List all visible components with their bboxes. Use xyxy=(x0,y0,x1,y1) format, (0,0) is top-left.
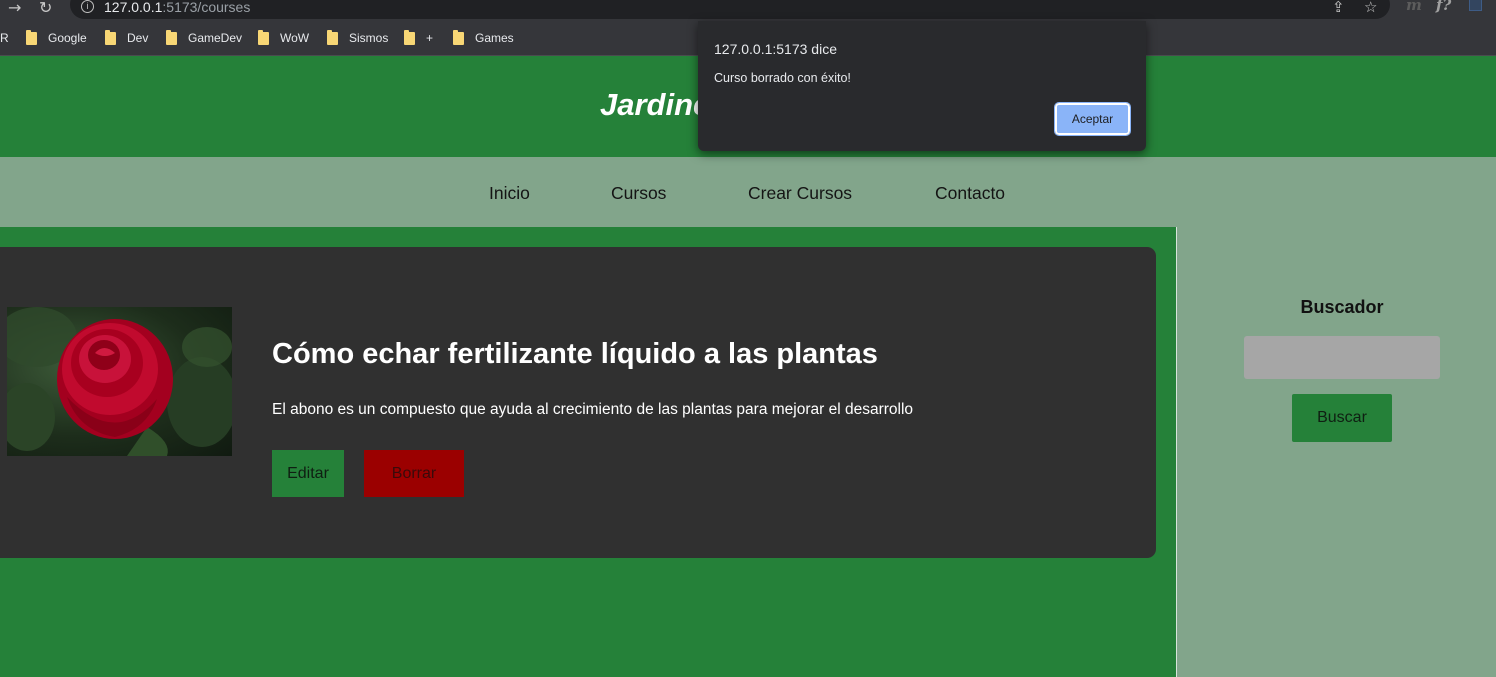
folder-icon xyxy=(166,29,177,45)
bookmark-label: GameDev xyxy=(188,31,243,45)
course-image xyxy=(7,307,232,456)
search-title: Buscador xyxy=(1300,297,1384,317)
bookmark-label: Google xyxy=(48,31,87,45)
extension-image-icon[interactable] xyxy=(1469,0,1482,11)
folder-icon xyxy=(327,29,338,45)
bookmark-wow[interactable]: WoW xyxy=(258,29,310,45)
folder-icon xyxy=(453,29,464,45)
bookmark-label: WoW xyxy=(280,31,310,45)
folder-icon xyxy=(258,29,269,45)
nav-inicio[interactable]: Inicio xyxy=(489,183,530,203)
browser-toolbar: → ↻ i 127.0.0.1:5173/courses ⇪ ☆ m f? xyxy=(0,0,1496,21)
bookmark-dev[interactable]: Dev xyxy=(105,29,149,45)
alert-dialog: 127.0.0.1:5173 dice Curso borrado con éx… xyxy=(698,21,1146,151)
dialog-message: Curso borrado con éxito! xyxy=(714,71,851,85)
site-info-icon[interactable]: i xyxy=(81,0,94,13)
course-description: El abono es un compuesto que ayuda al cr… xyxy=(272,401,914,418)
address-bar[interactable] xyxy=(70,0,1390,19)
bookmark-label: Games xyxy=(475,31,514,45)
rose-image xyxy=(7,307,232,456)
folder-icon xyxy=(105,29,116,45)
bookmark-games[interactable]: Games xyxy=(453,29,514,45)
bookmark-label: R xyxy=(0,31,9,45)
course-title: Cómo echar fertilizante líquido a las pl… xyxy=(272,338,878,370)
extension-formula-icon[interactable]: f? xyxy=(1436,0,1451,13)
nav-cursos[interactable]: Cursos xyxy=(611,183,666,203)
edit-course-button[interactable]: Editar xyxy=(272,450,344,497)
delete-course-button[interactable]: Borrar xyxy=(364,450,464,497)
bookmark-label: + xyxy=(426,31,434,45)
bookmark-google[interactable]: Google xyxy=(26,29,87,45)
search-button[interactable]: Buscar xyxy=(1292,394,1392,442)
course-card: Cómo echar fertilizante líquido a las pl… xyxy=(0,247,1156,558)
bookmark-gamedev[interactable]: GameDev xyxy=(166,29,243,45)
url-path: :5173/courses xyxy=(162,0,251,15)
share-icon[interactable]: ⇪ xyxy=(1332,0,1345,15)
bookmark-truncated[interactable]: R xyxy=(0,31,9,45)
nav-contacto[interactable]: Contacto xyxy=(935,183,1005,203)
extension-m-icon[interactable]: m xyxy=(1406,0,1422,13)
bookmark-star-icon[interactable]: ☆ xyxy=(1364,0,1377,15)
dialog-title: 127.0.0.1:5173 dice xyxy=(714,41,837,57)
main-nav: Inicio Cursos Crear Cursos Contacto xyxy=(0,157,1496,227)
folder-icon xyxy=(404,29,415,45)
bookmark-label: Sismos xyxy=(349,31,389,45)
nav-crear-cursos[interactable]: Crear Cursos xyxy=(748,183,852,203)
sidebar: Buscador Buscar xyxy=(1176,227,1496,677)
search-input[interactable] xyxy=(1244,336,1440,379)
reload-icon[interactable]: ↻ xyxy=(39,0,52,16)
bookmark-label: Dev xyxy=(127,31,149,45)
url-host: 127.0.0.1 xyxy=(104,0,163,15)
folder-icon xyxy=(26,29,37,45)
bookmark-sismos[interactable]: Sismos xyxy=(327,29,389,45)
dialog-ok-button[interactable]: Aceptar xyxy=(1054,102,1131,136)
url-text[interactable]: 127.0.0.1:5173/courses xyxy=(104,0,250,15)
bookmark-plus[interactable]: + xyxy=(404,29,434,45)
forward-arrow-icon[interactable]: → xyxy=(8,0,21,16)
